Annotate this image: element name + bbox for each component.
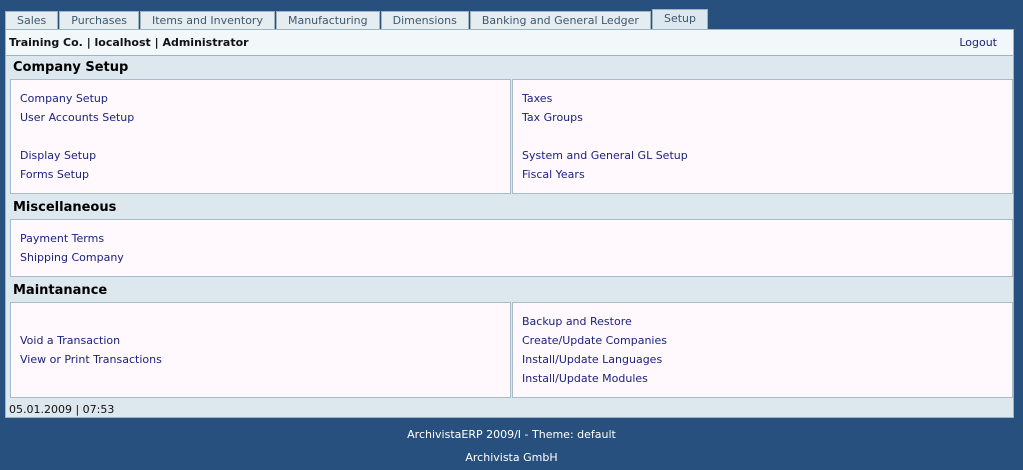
footer-company: Archivista GmbH	[465, 451, 558, 464]
tab-setup[interactable]: Setup	[651, 9, 708, 29]
link-system-and-general-gl-setup[interactable]: System and General GL Setup	[522, 149, 688, 162]
section-title-maintanance: Maintanance	[13, 283, 108, 298]
link-tax-groups[interactable]: Tax Groups	[522, 111, 583, 124]
link-forms-setup[interactable]: Forms Setup	[20, 168, 89, 181]
logout-link[interactable]: Logout	[959, 36, 997, 49]
company-setup-right-panel: Taxes Tax Groups System and General GL S…	[512, 79, 1013, 194]
link-create-update-companies[interactable]: Create/Update Companies	[522, 334, 667, 347]
company-setup-left-panel: Company Setup User Accounts Setup Displa…	[10, 79, 511, 194]
link-taxes[interactable]: Taxes	[522, 92, 552, 105]
miscellaneous-panel: Payment Terms Shipping Company	[10, 219, 1013, 277]
link-company-setup[interactable]: Company Setup	[20, 92, 108, 105]
link-install-update-languages[interactable]: Install/Update Languages	[522, 353, 662, 366]
footer-version: ArchivistaERP 2009/I - Theme: default	[407, 428, 616, 441]
tab-manufacturing[interactable]: Manufacturing	[275, 11, 380, 29]
section-title-miscellaneous: Miscellaneous	[13, 200, 117, 215]
link-shipping-company[interactable]: Shipping Company	[20, 251, 124, 264]
tab-sales[interactable]: Sales	[5, 11, 59, 29]
app-window: Training Co. | localhost | Administrator…	[5, 29, 1014, 418]
main-tabs: Sales Purchases Items and Inventory Manu…	[5, 9, 709, 29]
tab-dimensions[interactable]: Dimensions	[380, 11, 469, 29]
user-info: Training Co. | localhost | Administrator	[9, 36, 249, 49]
status-datetime: 05.01.2009 | 07:53	[9, 403, 115, 416]
maintanance-left-panel: Void a Transaction View or Print Transac…	[10, 302, 511, 398]
tab-purchases[interactable]: Purchases	[59, 11, 139, 29]
tab-items-and-inventory[interactable]: Items and Inventory	[139, 11, 275, 29]
link-user-accounts-setup[interactable]: User Accounts Setup	[20, 111, 134, 124]
maintanance-right-panel: Backup and Restore Create/Update Compani…	[512, 302, 1013, 398]
header-bar: Training Co. | localhost | Administrator…	[6, 30, 1013, 56]
link-payment-terms[interactable]: Payment Terms	[20, 232, 104, 245]
section-title-company-setup: Company Setup	[13, 60, 129, 75]
link-backup-and-restore[interactable]: Backup and Restore	[522, 315, 632, 328]
link-install-update-modules[interactable]: Install/Update Modules	[522, 372, 648, 385]
link-display-setup[interactable]: Display Setup	[20, 149, 96, 162]
link-view-or-print-transactions[interactable]: View or Print Transactions	[20, 353, 162, 366]
tab-banking-and-general-ledger[interactable]: Banking and General Ledger	[469, 11, 651, 29]
link-void-a-transaction[interactable]: Void a Transaction	[20, 334, 120, 347]
link-fiscal-years[interactable]: Fiscal Years	[522, 168, 585, 181]
